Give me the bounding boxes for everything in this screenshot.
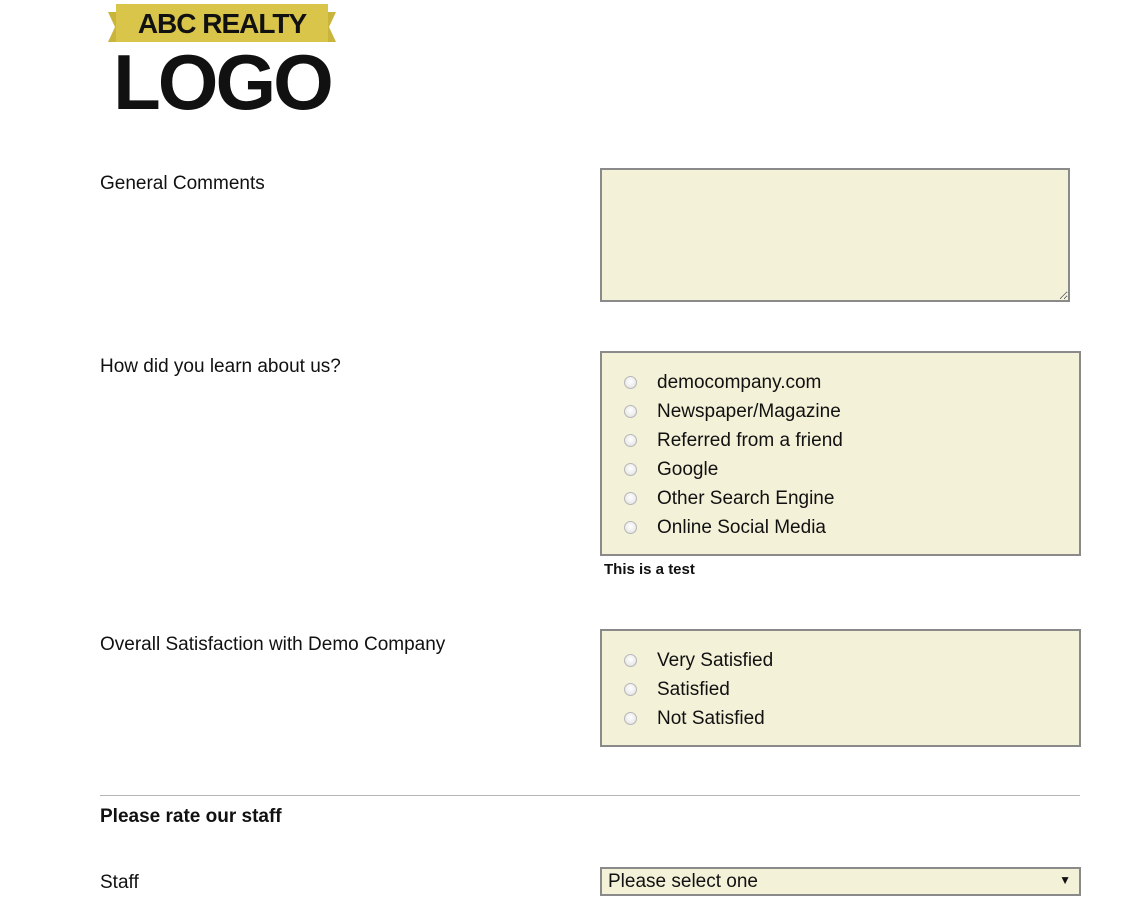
radio-button[interactable] [624,712,637,725]
dropdown-arrow-icon: ▼ [1059,873,1071,887]
section-divider [100,795,1080,796]
radio-option-label: Newspaper/Magazine [657,400,841,422]
satisfaction-radio-group: Very Satisfied Satisfied Not Satisfied [600,629,1081,747]
satisfaction-label: Overall Satisfaction with Demo Company [100,634,446,655]
radio-option-other-search[interactable]: Other Search Engine [624,484,834,513]
radio-option-label: Referred from a friend [657,429,843,451]
radio-button[interactable] [624,654,637,667]
staff-select-value: Please select one [608,870,758,892]
radio-option-social-media[interactable]: Online Social Media [624,513,826,542]
radio-option-satisfied[interactable]: Satisfied [624,675,730,704]
learn-about-note: This is a test [604,561,695,578]
radio-option-label: Very Satisfied [657,649,774,671]
radio-button[interactable] [624,405,637,418]
learn-about-radio-group: democompany.com Newspaper/Magazine Refer… [600,351,1081,556]
learn-about-label: How did you learn about us? [100,356,341,377]
company-logo: ABC REALTY LOGO [108,4,336,114]
general-comments-label: General Comments [100,173,265,194]
radio-option-referred[interactable]: Referred from a friend [624,426,843,455]
radio-option-label: Google [657,458,719,480]
radio-option-democompany[interactable]: democompany.com [624,368,821,397]
radio-button[interactable] [624,683,637,696]
radio-button[interactable] [624,492,637,505]
svg-text:LOGO: LOGO [113,38,331,114]
radio-option-label: Not Satisfied [657,707,765,729]
radio-option-very-satisfied[interactable]: Very Satisfied [624,646,773,675]
radio-option-google[interactable]: Google [624,455,718,484]
radio-option-not-satisfied[interactable]: Not Satisfied [624,704,765,733]
radio-option-label: Other Search Engine [657,487,835,509]
radio-option-label: Online Social Media [657,516,826,538]
radio-button[interactable] [624,463,637,476]
radio-option-newspaper[interactable]: Newspaper/Magazine [624,397,841,426]
general-comments-textarea[interactable] [600,168,1070,302]
radio-option-label: democompany.com [657,371,822,393]
svg-text:ABC REALTY: ABC REALTY [138,8,308,39]
radio-button[interactable] [624,376,637,389]
staff-label: Staff [100,872,139,893]
staff-select[interactable]: Please select one ▼ [600,867,1081,896]
radio-button[interactable] [624,521,637,534]
radio-button[interactable] [624,434,637,447]
radio-option-label: Satisfied [657,678,730,700]
feedback-form-page: ABC REALTY LOGO General Comments How did… [0,0,1137,909]
staff-section-heading: Please rate our staff [100,806,282,827]
